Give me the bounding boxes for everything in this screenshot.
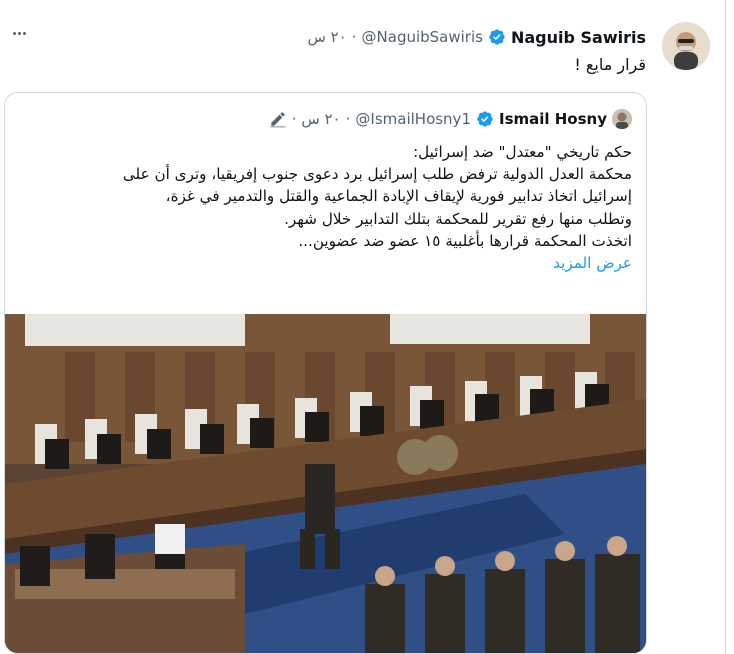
- tweet-time[interactable]: ٢٠ س: [308, 28, 347, 46]
- more-options-icon[interactable]: [8, 24, 30, 42]
- quoted-tweet-text: حكم تاريخي "معتدل" ضد إسرائيل: محكمة الع…: [17, 141, 632, 274]
- quoted-author-handle[interactable]: @IsmailHosny1: [355, 110, 471, 128]
- quoted-avatar-photo: [612, 109, 632, 129]
- author-name[interactable]: Naguib Sawiris: [511, 28, 646, 47]
- avatar[interactable]: [662, 22, 710, 70]
- quoted-separator-dot: ·: [345, 110, 351, 128]
- tweet-text: قرار مايع !: [574, 55, 646, 74]
- verified-badge-icon: [489, 29, 505, 45]
- show-more-link[interactable]: عرض المزيد: [17, 252, 632, 274]
- separator-dot: ·: [351, 28, 357, 46]
- quote-line: إسرائيل اتخاذ تدابير فورية لإيقاف الإباد…: [165, 187, 632, 206]
- quote-line: حكم تاريخي "معتدل" ضد إسرائيل:: [413, 143, 632, 161]
- quote-line: اتخذت المحكمة قرارها بأغلبية ١٥ عضو ضد ع…: [298, 231, 632, 250]
- timeline-divider: [725, 0, 726, 654]
- quote-line: وتطلب منها رفع تقرير للمحكمة بتلك التداب…: [284, 209, 632, 228]
- author-handle[interactable]: @NaguibSawiris: [362, 28, 483, 46]
- quoted-author-name[interactable]: Ismail Hosny: [499, 110, 607, 128]
- avatar-photo: [662, 22, 710, 70]
- pencil-icon: [270, 112, 286, 128]
- quoted-tweet-header: Ismail Hosny @IsmailHosny1 · ٢٠ س ·: [269, 108, 632, 130]
- tweet-header: Naguib Sawiris @NaguibSawiris · ٢٠ س: [308, 26, 646, 48]
- quoted-verified-badge-icon: [477, 111, 493, 127]
- quote-line: محكمة العدل الدولية ترفض طلب إسرائيل برد…: [122, 165, 632, 184]
- quoted-separator-dot-2: ·: [291, 110, 297, 128]
- quoted-avatar[interactable]: [612, 109, 632, 129]
- quoted-tweet-card[interactable]: Ismail Hosny @IsmailHosny1 · ٢٠ س · حكم …: [4, 92, 647, 654]
- quoted-tweet-time[interactable]: ٢٠ س: [301, 110, 340, 128]
- courtroom-photo[interactable]: [5, 314, 646, 653]
